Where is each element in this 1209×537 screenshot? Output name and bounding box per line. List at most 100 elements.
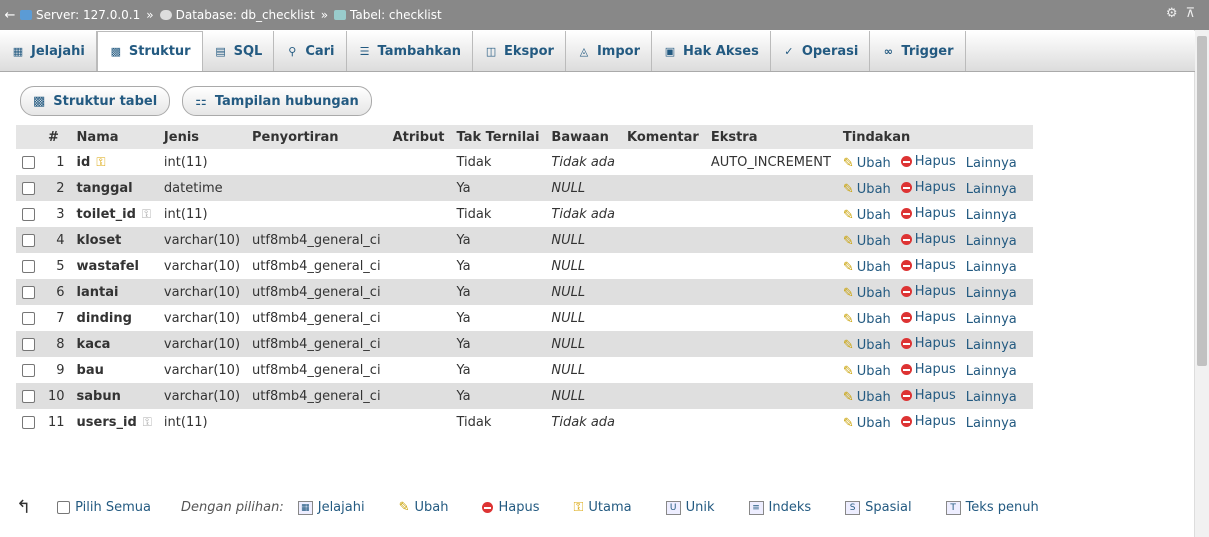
delete-label: Hapus (914, 283, 956, 299)
header-default[interactable]: Bawaan (545, 125, 622, 149)
edit-button[interactable]: ✎ Ubah (843, 234, 891, 249)
tab-triggers[interactable]: ∞ Trigger (870, 31, 966, 71)
cell-null: Ya (450, 331, 546, 357)
cell-num: 8 (42, 331, 71, 357)
more-button[interactable]: Lainnya (966, 208, 1017, 223)
breadcrumb-database[interactable]: Database: db_checklist (159, 8, 315, 22)
row-checkbox-cell (16, 383, 42, 409)
cell-extra (704, 409, 837, 435)
tab-insert[interactable]: ☰ Tambahkan (347, 31, 474, 71)
row-checkbox[interactable] (22, 285, 35, 299)
delete-button[interactable]: Hapus (900, 258, 956, 273)
header-attribute[interactable]: Atribut (386, 125, 451, 149)
edit-button[interactable]: ✎ Ubah (843, 416, 891, 431)
bulk-browse-button[interactable]: ▦ Jelajahi (297, 500, 365, 515)
cell-name: users_id ⚿ (70, 409, 158, 435)
trigger-icon: ∞ (883, 44, 893, 58)
back-arrow-icon[interactable]: ← (0, 8, 20, 23)
delete-button[interactable]: Hapus (900, 180, 956, 195)
tab-import[interactable]: ◬ Impor (566, 31, 652, 71)
edit-button[interactable]: ✎ Ubah (843, 286, 891, 301)
delete-button[interactable]: Hapus (900, 388, 956, 403)
with-selected-label: Dengan pilihan: (180, 500, 284, 515)
delete-button[interactable]: Hapus (900, 310, 956, 325)
delete-button[interactable]: Hapus (900, 154, 956, 169)
tab-privileges[interactable]: ▣ Hak Akses (652, 31, 771, 71)
row-checkbox[interactable] (22, 337, 35, 351)
tab-structure[interactable]: ▩ Struktur (96, 31, 203, 71)
more-button[interactable]: Lainnya (966, 156, 1017, 171)
delete-icon (900, 285, 912, 297)
row-checkbox[interactable] (22, 389, 35, 403)
row-checkbox[interactable] (22, 233, 35, 247)
row-checkbox[interactable] (22, 181, 35, 195)
bulk-unique-button[interactable]: U Unik (665, 500, 715, 515)
edit-button[interactable]: ✎ Ubah (843, 364, 891, 379)
pencil-icon: ✎ (842, 389, 854, 405)
delete-button[interactable]: Hapus (900, 414, 956, 429)
settings-gear-icon[interactable]: ⚙ (1166, 6, 1178, 21)
edit-button[interactable]: ✎ Ubah (843, 156, 891, 171)
edit-button[interactable]: ✎ Ubah (843, 338, 891, 353)
delete-icon (900, 337, 912, 349)
header-null[interactable]: Tak Ternilai (450, 125, 546, 149)
edit-button[interactable]: ✎ Ubah (843, 312, 891, 327)
bulk-index-button[interactable]: ≡ Indeks (748, 500, 811, 515)
row-checkbox[interactable] (22, 415, 35, 429)
row-checkbox[interactable] (22, 311, 35, 325)
header-collation[interactable]: Penyortiran (246, 125, 387, 149)
bulk-delete-button[interactable]: Hapus (482, 500, 539, 515)
row-checkbox[interactable] (22, 207, 35, 221)
scrollbar-thumb[interactable] (1197, 36, 1207, 366)
table-structure-button[interactable]: ▩ Struktur tabel (20, 86, 171, 116)
tab-operations[interactable]: ✓ Operasi (771, 31, 871, 71)
tab-sql[interactable]: ▤ SQL (203, 31, 275, 71)
check-all-label[interactable]: Pilih Semua (75, 500, 151, 515)
more-button[interactable]: Lainnya (966, 364, 1017, 379)
cell-default: Tidak ada (545, 149, 622, 175)
column-name: users_id (76, 414, 137, 430)
delete-button[interactable]: Hapus (900, 336, 956, 351)
edit-button[interactable]: ✎ Ubah (843, 260, 891, 275)
more-button[interactable]: Lainnya (966, 312, 1017, 327)
row-checkbox[interactable] (22, 155, 35, 169)
relation-view-button[interactable]: ⚏ Tampilan hubungan (182, 86, 372, 116)
cell-default: Tidak ada (545, 201, 622, 227)
header-name[interactable]: Nama (70, 125, 158, 149)
collapse-icon[interactable]: ⊼ (1185, 6, 1195, 21)
tab-browse[interactable]: ▦ Jelajahi (0, 31, 97, 71)
more-button[interactable]: Lainnya (966, 390, 1017, 405)
header-comment[interactable]: Komentar (621, 125, 705, 149)
cell-type: varchar(10) (157, 253, 247, 279)
delete-button[interactable]: Hapus (900, 283, 956, 299)
row-checkbox[interactable] (22, 259, 35, 273)
edit-button[interactable]: ✎ Ubah (843, 390, 891, 405)
bulk-primary-button[interactable]: ⚿ Utama (573, 500, 631, 515)
delete-button[interactable]: Hapus (900, 206, 956, 221)
check-all[interactable]: Pilih Semua (57, 500, 151, 515)
more-button[interactable]: Lainnya (966, 416, 1017, 431)
tab-search[interactable]: ⚲ Cari (274, 31, 347, 71)
more-button[interactable]: Lainnya (966, 338, 1017, 353)
breadcrumb-server[interactable]: Server: 127.0.0.1 (20, 8, 140, 22)
bulk-fulltext-button[interactable]: T Teks penuh (945, 500, 1039, 515)
row-checkbox[interactable] (22, 363, 35, 377)
header-extra[interactable]: Ekstra (704, 125, 837, 149)
delete-button[interactable]: Hapus (900, 232, 956, 247)
header-type[interactable]: Jenis (157, 125, 247, 149)
more-button[interactable]: Lainnya (966, 234, 1017, 249)
bulk-edit-button[interactable]: ✎ Ubah (399, 500, 449, 515)
cell-null: Ya (450, 383, 546, 409)
more-button[interactable]: Lainnya (966, 260, 1017, 275)
check-all-checkbox[interactable] (57, 501, 71, 514)
table-label: Tabel: checklist (350, 8, 442, 22)
edit-button[interactable]: ✎ Ubah (843, 208, 891, 223)
bulk-spatial-button[interactable]: S Spasial (845, 500, 912, 515)
breadcrumb-table[interactable]: Tabel: checklist (334, 8, 442, 22)
tab-export[interactable]: ◫ Ekspor (473, 31, 566, 71)
vertical-scrollbar[interactable] (1194, 30, 1209, 537)
edit-button[interactable]: ✎ Ubah (843, 182, 891, 197)
more-button[interactable]: Lainnya (966, 286, 1017, 301)
more-button[interactable]: Lainnya (966, 182, 1017, 197)
delete-button[interactable]: Hapus (900, 362, 956, 377)
